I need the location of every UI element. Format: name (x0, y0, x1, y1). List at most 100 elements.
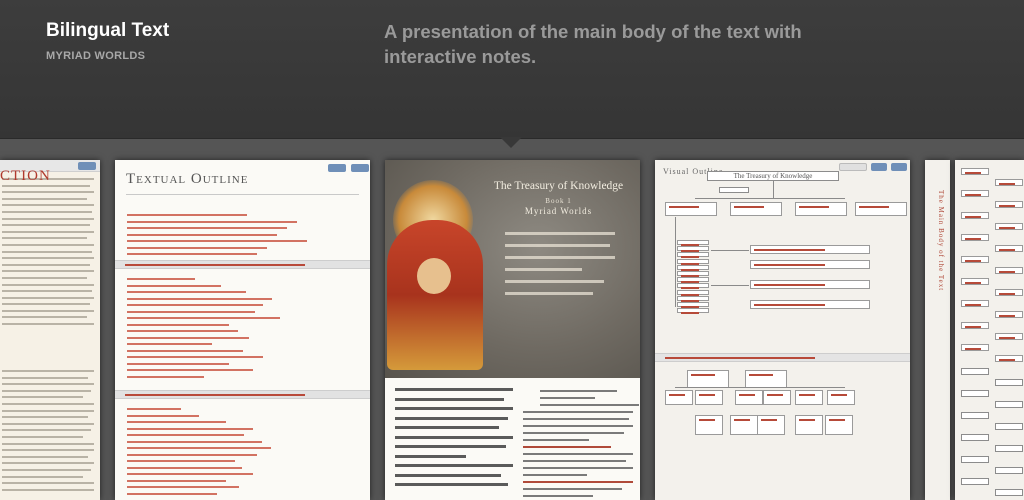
tree-node (995, 267, 1023, 274)
diagram-connector (711, 250, 749, 251)
tree-node (961, 478, 989, 485)
header-bar: Bilingual Text MYRIAD WORLDS A presentat… (0, 0, 1024, 138)
tree-node (995, 289, 1023, 296)
tree-node (961, 456, 989, 463)
english-text-block (523, 390, 639, 500)
diagram-node (750, 260, 870, 269)
tree-node (995, 489, 1023, 496)
outline-list (127, 214, 327, 260)
part-band (655, 353, 910, 362)
diagram-node (677, 252, 709, 259)
visual-outline-preview[interactable]: Visual Outline The Treasury of Knowledge (655, 160, 910, 500)
tree-node (995, 379, 1023, 386)
tree-node (961, 190, 989, 197)
page-button (351, 164, 369, 172)
diagram-node (750, 280, 870, 289)
tibetan-text-block (395, 388, 513, 493)
diagram-node (750, 300, 870, 309)
text-page-preview[interactable] (0, 160, 100, 500)
tree-node (961, 390, 989, 397)
outline-list (127, 278, 297, 382)
diagram-node (827, 390, 855, 405)
diagram-node (687, 370, 729, 388)
diagram-node (677, 258, 709, 265)
tree-node (995, 401, 1023, 408)
figure-illustration (387, 220, 483, 370)
part-band (115, 390, 370, 399)
diagram-connector (675, 387, 845, 388)
tree-node (961, 212, 989, 219)
cover-book: Book 1 (545, 197, 572, 205)
tree-node (961, 322, 989, 329)
section-heading: CTION (0, 168, 51, 184)
diagram-node (677, 277, 709, 284)
overview-tree-preview[interactable] (955, 160, 1024, 500)
diagram-node (677, 308, 709, 315)
diagram-connector (711, 285, 749, 286)
vertical-label: The Main Body of the Text (937, 190, 945, 292)
diagram-node (677, 246, 709, 253)
tree-node (995, 223, 1023, 230)
tree-node (995, 423, 1023, 430)
tree-node (995, 467, 1023, 474)
diagram-node (825, 415, 853, 435)
diagram-node (677, 271, 709, 277)
tibetan-text (505, 232, 615, 304)
diagram-node (677, 240, 709, 246)
diagram-node (677, 302, 709, 308)
outline-list (127, 408, 307, 499)
diagram-node (695, 415, 723, 435)
tree-node (961, 344, 989, 351)
app-subtitle: MYRIAD WORLDS (46, 50, 146, 62)
outline-title: Textual Outline (126, 171, 249, 187)
tree-node (961, 300, 989, 307)
feature-description: A presentation of the main body of the t… (384, 21, 802, 67)
diagram-node (677, 264, 709, 271)
cover-title: The Treasury of Knowledge (493, 180, 624, 192)
overview-page-preview[interactable]: The Main Body of the Text (925, 160, 950, 500)
tree-node (995, 245, 1023, 252)
tree-node (995, 201, 1023, 208)
diagram-connector (773, 181, 774, 199)
diagram-node (750, 245, 870, 254)
diagram-node (730, 415, 758, 435)
diagram-node (795, 390, 823, 405)
diagram-node (855, 202, 907, 216)
diagram-node (735, 390, 763, 405)
diagram-connector (675, 217, 676, 307)
diagram-node (745, 370, 787, 388)
diagram-node (795, 415, 823, 435)
tree-node (961, 434, 989, 441)
diagram-node (665, 202, 717, 216)
cover-subtitle: Myriad Worlds (524, 206, 593, 216)
diagram-node (677, 283, 709, 290)
part-band (115, 260, 370, 269)
outline-root-node: The Treasury of Knowledge (707, 171, 839, 181)
diagram-node (730, 202, 782, 216)
text-block (2, 178, 94, 330)
selection-pointer-icon (500, 137, 522, 148)
diagram-node (757, 415, 785, 435)
tree-node (961, 368, 989, 375)
tree-node (961, 234, 989, 241)
diagram-node (695, 390, 723, 405)
cover-page-preview[interactable]: The Treasury of Knowledge Book 1 Myriad … (385, 160, 640, 500)
tree-node (995, 311, 1023, 318)
diagram-node (719, 187, 749, 193)
tree-node (995, 355, 1023, 362)
tree-node (961, 412, 989, 419)
diagram-node (763, 390, 791, 405)
diagram-node (677, 295, 709, 302)
tree-node (961, 278, 989, 285)
tree-node (995, 445, 1023, 452)
diagram-node (665, 390, 693, 405)
tree-node (961, 168, 989, 175)
text-block (2, 370, 94, 495)
tree-node (995, 333, 1023, 340)
diagram-node (677, 289, 709, 296)
page-button (78, 162, 96, 170)
tree-node (961, 256, 989, 263)
outline-page-preview[interactable]: Textual Outline (115, 160, 370, 500)
diagram-connector (695, 198, 845, 199)
tree-node (995, 179, 1023, 186)
